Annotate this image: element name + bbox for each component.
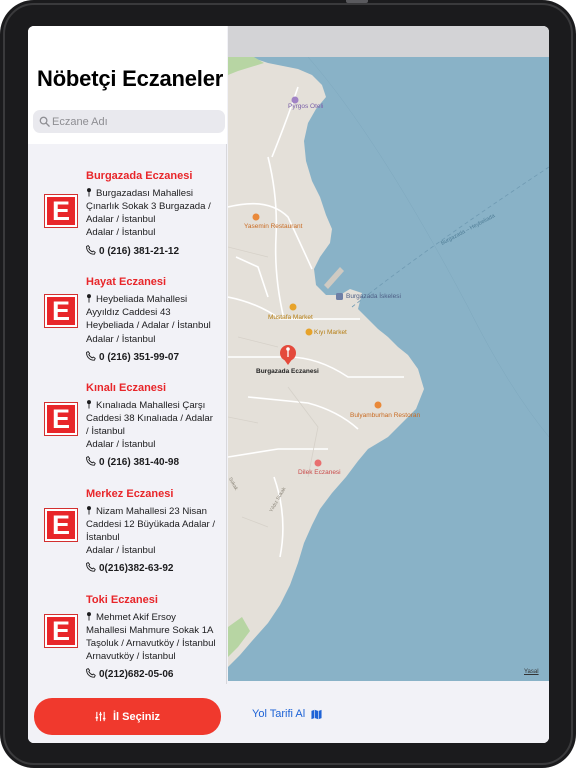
pharmacy-address: Nizam Mahallesi 23 Nisan Caddesi 12 Büyü… (86, 505, 216, 544)
map-label-restaurant: Bulyamburhan Restoran (350, 412, 421, 419)
select-city-label: İl Seçiniz (112, 710, 161, 723)
sidebar-footer: İl Seçiniz (28, 684, 227, 743)
map-pin-icon (87, 612, 91, 621)
list-item[interactable]: E Kınalı Eczanesi Kınalıada Mahallesi Ça… (28, 382, 227, 488)
pharmacy-address: Burgazadası Mahallesi Çınarlık Sokak 3 B… (86, 187, 216, 226)
pharmacy-phone-text: 0 (216) 381-40-98 (99, 457, 180, 468)
map-label-hotel: Pyrgos Oteli (288, 103, 324, 110)
map-label-restaurant: Yasemin Restaurant (244, 223, 303, 230)
pharmacy-address-text: Heybeliada Mahallesi Ayyıldız Caddesi 43… (86, 294, 211, 331)
search-icon (39, 116, 50, 127)
restaurant-icon[interactable] (252, 213, 260, 221)
pharmacy-address-text: Kınalıada Mahallesi Çarşı Caddesi 38 Kın… (86, 400, 213, 437)
get-directions-button[interactable]: Yol Tarifi Al (252, 708, 322, 720)
pharmacy-name: Kınalı Eczanesi (86, 382, 167, 394)
pharmacy-district: Adalar / İstanbul (86, 545, 156, 556)
phone-icon (86, 456, 96, 466)
pharmacy-district: Arnavutköy / İstanbul (86, 651, 176, 662)
map-icon (311, 709, 322, 719)
pharmacy-district: Adalar / İstanbul (86, 334, 156, 345)
pharmacy-phone[interactable]: 0 (216) 351-99-07 (86, 351, 179, 363)
page-title: Nöbetçi Eczaneler (37, 66, 224, 91)
pharmacy-name: Hayat Eczanesi (86, 276, 167, 288)
map-bottom-bar: Yol Tarifi Al (228, 681, 549, 743)
pharmacy-phone-text: 0 (216) 351-99-07 (99, 352, 180, 363)
pier (324, 267, 344, 289)
map-label-market: Mustafa Market (268, 314, 313, 321)
list-item[interactable]: E Toki Eczanesi Mehmet Akif Ersoy Mahall… (28, 594, 227, 684)
pharmacy-phone-text: 0(216)382-63-92 (99, 563, 174, 574)
pharmacy-logo-letter: E (47, 197, 75, 225)
pharmacy-district: Adalar / İstanbul (86, 439, 156, 450)
ferry-icon[interactable] (336, 293, 343, 300)
search-bar[interactable] (33, 110, 225, 133)
pharmacy-phone[interactable]: 0 (216) 381-40-98 (86, 456, 179, 468)
shopping-icon[interactable] (289, 303, 297, 311)
pharmacy-logo: E (44, 402, 78, 436)
pharmacy-address: Mehmet Akif Ersoy Mahallesi Mahmure Soka… (86, 611, 216, 650)
phone-icon (86, 668, 96, 678)
legal-link[interactable]: Yasal (524, 669, 539, 675)
pharmacy-list[interactable]: E Burgazada Eczanesi Burgazadası Mahalle… (28, 144, 227, 684)
phone-icon (86, 351, 96, 361)
restaurant-icon[interactable] (374, 401, 382, 409)
phone-icon (86, 245, 96, 255)
pharmacy-logo-letter: E (47, 511, 75, 539)
pharmacy-phone[interactable]: 0(216)382-63-92 (86, 562, 174, 574)
pharmacy-district: Adalar / İstanbul (86, 227, 156, 238)
pharmacy-name: Toki Eczanesi (86, 594, 158, 606)
pharmacy-phone[interactable]: 0(212)682-05-06 (86, 668, 174, 680)
search-input[interactable] (52, 110, 222, 133)
map-pin-icon (87, 294, 91, 303)
island-land (228, 57, 424, 667)
list-item[interactable]: E Hayat Eczanesi Heybeliada Mahallesi Ay… (28, 276, 227, 382)
phone-icon (86, 562, 96, 572)
map-view[interactable]: Pyrgos Oteli Yasemin Restaurant Burgazad… (228, 57, 549, 681)
get-directions-label: Yol Tarifi Al (252, 708, 306, 720)
pharmacy-logo: E (44, 614, 78, 648)
pharmacy-address-text: Nizam Mahallesi 23 Nisan Caddesi 12 Büyü… (86, 506, 216, 543)
shopping-icon[interactable] (305, 328, 313, 336)
tablet-frame: Nöbetçi Eczaneler E Burgazada Eczane (0, 0, 576, 768)
sliders-icon (95, 711, 106, 722)
pharmacy-logo-letter: E (47, 297, 75, 325)
pharmacy-logo: E (44, 294, 78, 328)
pharmacy-logo: E (44, 194, 78, 228)
map-pin-icon (87, 188, 91, 197)
map-label-ferry: Burgazada İskelesi (346, 293, 401, 300)
select-city-button[interactable]: İl Seçiniz (34, 698, 221, 735)
pharmacy-logo-letter: E (47, 617, 75, 645)
pharmacy-address-text: Burgazadası Mahallesi Çınarlık Sokak 3 B… (86, 188, 211, 225)
map-pin-icon (87, 506, 91, 515)
sidebar: Nöbetçi Eczaneler E Burgazada Eczane (28, 26, 227, 743)
sidebar-header: Nöbetçi Eczaneler (28, 26, 227, 144)
pharmacy-phone-text: 0(212)682-05-06 (99, 669, 174, 680)
pharmacy-address: Kınalıada Mahallesi Çarşı Caddesi 38 Kın… (86, 399, 216, 438)
pharmacy-logo: E (44, 508, 78, 542)
map-label-market: Kıyı Market (314, 329, 347, 336)
top-button (346, 0, 368, 3)
map-panel: Pyrgos Oteli Yasemin Restaurant Burgazad… (228, 26, 549, 743)
list-item[interactable]: E Burgazada Eczanesi Burgazadası Mahalle… (28, 170, 227, 276)
pharmacy-address-text: Mehmet Akif Ersoy Mahallesi Mahmure Soka… (86, 612, 216, 649)
pharmacy-name: Burgazada Eczanesi (86, 170, 193, 182)
map-toolbar (228, 26, 549, 57)
screen: Nöbetçi Eczaneler E Burgazada Eczane (28, 26, 549, 743)
pharmacy-name: Merkez Eczanesi (86, 488, 174, 500)
pharmacy-address: Heybeliada Mahallesi Ayyıldız Caddesi 43… (86, 293, 216, 332)
map-label-pharmacy: Dilek Eczanesi (298, 469, 341, 476)
map-label-selected-pharmacy: Burgazada Eczanesi (256, 368, 319, 375)
map-pin-icon (87, 400, 91, 409)
pharmacy-phone-text: 0 (216) 381-21-12 (99, 246, 180, 257)
pharmacy-phone[interactable]: 0 (216) 381-21-12 (86, 245, 179, 257)
pharmacy-logo-letter: E (47, 405, 75, 433)
pharmacy-icon[interactable] (314, 459, 322, 467)
list-item[interactable]: E Merkez Eczanesi Nizam Mahallesi 23 Nis… (28, 488, 227, 594)
